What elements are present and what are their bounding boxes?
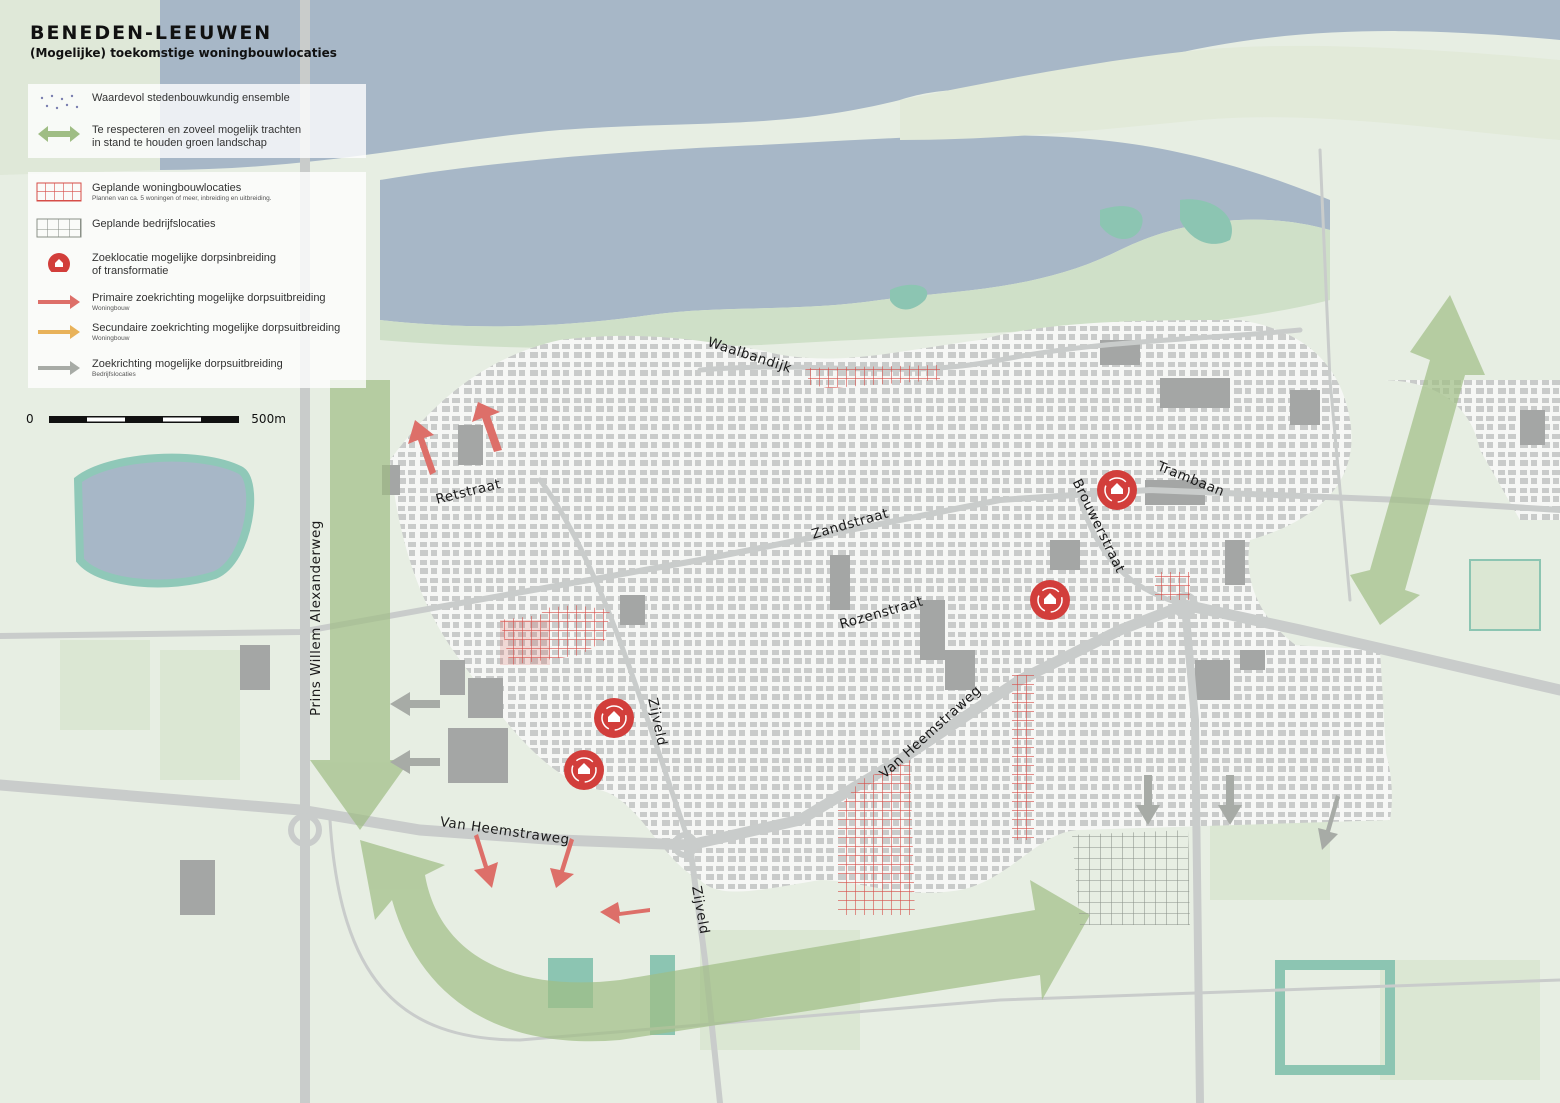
legend-sublabel: Woningbouw bbox=[92, 305, 130, 312]
scale-graphic bbox=[49, 415, 240, 423]
map-subtitle: (Mogelijke) toekomstige woningbouwlocati… bbox=[30, 46, 337, 60]
legend-item-housing: Geplande woningbouwlocaties Plannen van … bbox=[36, 182, 272, 203]
field bbox=[60, 640, 150, 730]
arrow-orange-icon bbox=[38, 325, 80, 339]
scale-bar: 0 500m bbox=[26, 412, 286, 426]
building bbox=[468, 678, 503, 718]
double-arrow-green-icon bbox=[38, 126, 80, 142]
sports-field bbox=[1469, 559, 1541, 631]
map-title: BENEDEN-LEEUWEN bbox=[30, 22, 273, 44]
house-circle-icon bbox=[48, 253, 70, 272]
legend-label: of transformatie bbox=[92, 265, 169, 277]
building bbox=[440, 660, 465, 695]
legend-label: Zoekrichting mogelijke dorpsuitbreiding bbox=[92, 358, 283, 370]
legend-sublabel: Bedrijfslocaties bbox=[92, 371, 136, 378]
legend-sublabel: Plannen van ca. 5 woningen of meer, inbr… bbox=[92, 195, 272, 202]
building bbox=[1290, 390, 1320, 425]
legend-group-2: Geplande woningbouwlocaties Plannen van … bbox=[28, 172, 366, 388]
arrow-grey-icon bbox=[38, 361, 80, 375]
legend-item-primary: Primaire zoekrichting mogelijke dorpsuit… bbox=[36, 292, 326, 313]
legend-label: Zoeklocatie mogelijke dorpsinbreiding bbox=[92, 252, 277, 264]
building bbox=[1520, 410, 1545, 445]
map-canvas[interactable] bbox=[0, 0, 1560, 1103]
field bbox=[160, 650, 240, 780]
legend-label: Geplande bedrijfslocaties bbox=[92, 218, 216, 230]
building bbox=[458, 425, 483, 465]
scale-end: 500m bbox=[251, 412, 286, 426]
building bbox=[240, 645, 270, 690]
building bbox=[620, 595, 645, 625]
dots-icon bbox=[40, 94, 79, 110]
legend-item-green-landscape: Te respecteren en zoveel mogelijk tracht… bbox=[36, 124, 301, 150]
planned-business-location bbox=[1072, 830, 1190, 925]
building bbox=[1225, 540, 1245, 585]
building bbox=[830, 555, 850, 610]
building bbox=[1195, 660, 1230, 700]
legend-group-1: Waardevol stedenbouwkundig ensemble Te r… bbox=[28, 84, 366, 158]
legend-sublabel: Woningbouw bbox=[92, 335, 130, 342]
legend-label: in stand te houden groen landschap bbox=[92, 137, 267, 149]
legend-label: Te respecteren en zoveel mogelijk tracht… bbox=[92, 124, 302, 136]
legend-label: Primaire zoekrichting mogelijke dorpsuit… bbox=[92, 292, 326, 304]
pond bbox=[73, 453, 255, 588]
scale-start: 0 bbox=[26, 412, 34, 426]
title-block: BENEDEN-LEEUWEN (Mogelijke) toekomstige … bbox=[30, 22, 337, 60]
red-grid-icon bbox=[36, 182, 82, 202]
building bbox=[1240, 650, 1265, 670]
legend-item-business: Geplande bedrijfslocaties bbox=[36, 218, 216, 238]
arrow-red-icon bbox=[38, 295, 80, 309]
building bbox=[1160, 378, 1230, 408]
legend-label: Waardevol stedenbouwkundig ensemble bbox=[92, 92, 290, 104]
street-label-prins-willem-alexanderweg: Prins Willem Alexanderweg bbox=[308, 520, 324, 716]
legend-label: Geplande woningbouwlocaties bbox=[92, 182, 242, 194]
legend-item-secondary: Secundaire zoekrichting mogelijke dorpsu… bbox=[36, 322, 340, 343]
legend-item-business-direction: Zoekrichting mogelijke dorpsuitbreiding … bbox=[36, 358, 283, 379]
legend-label: Secundaire zoekrichting mogelijke dorpsu… bbox=[92, 322, 341, 334]
building bbox=[180, 860, 215, 915]
grey-grid-icon bbox=[36, 218, 82, 238]
building bbox=[1050, 540, 1080, 570]
field bbox=[1380, 960, 1540, 1080]
legend-item-ensemble: Waardevol stedenbouwkundig ensemble bbox=[36, 92, 290, 112]
building bbox=[448, 728, 508, 783]
legend-item-search-location: Zoeklocatie mogelijke dorpsinbreiding of… bbox=[36, 252, 276, 278]
